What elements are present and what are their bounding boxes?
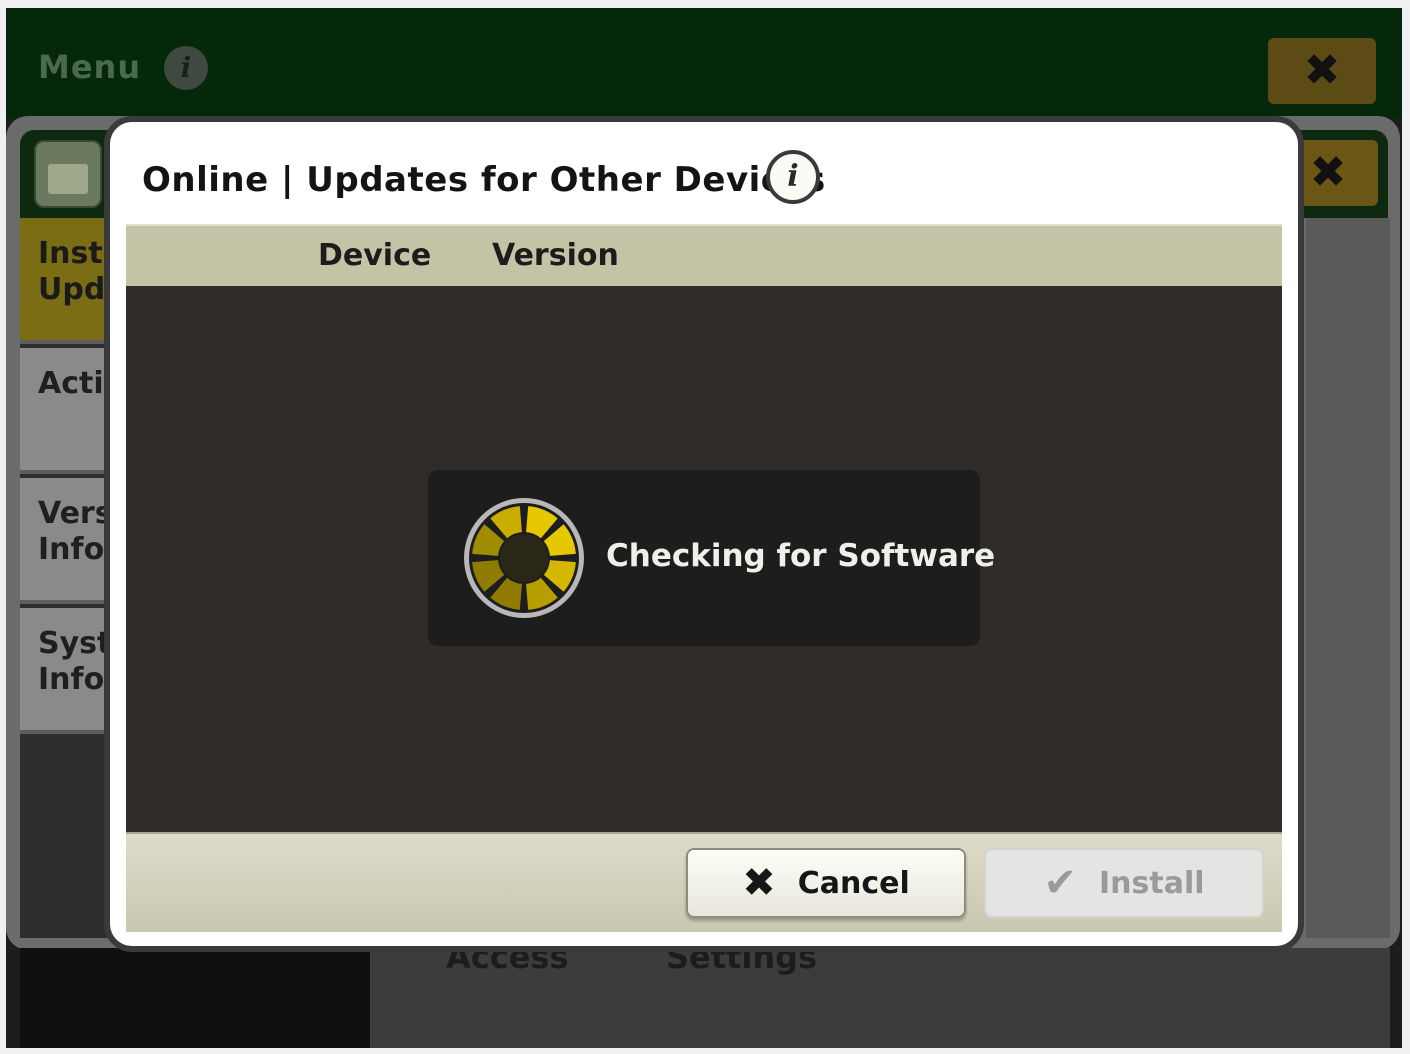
menu-title: Menu — [38, 48, 142, 86]
dialog-title: Online | Updates for Other Devices — [142, 160, 826, 200]
bottom-left-area — [20, 948, 370, 1048]
column-header-device: Device — [318, 238, 432, 273]
spinner-icon — [464, 498, 584, 618]
dialog-title-bar: Online | Updates for Other Devices i — [126, 136, 1282, 226]
check-icon: ✔ — [1043, 860, 1077, 906]
dialog-footer: ✖ Cancel ✔ Install — [126, 832, 1282, 932]
device-list: Checking for Software — [126, 286, 1282, 832]
x-icon: ✖ — [742, 860, 776, 906]
menu-info-icon[interactable]: i — [164, 46, 208, 90]
info-icon[interactable]: i — [766, 150, 820, 204]
cancel-button-label: Cancel — [797, 865, 910, 901]
table-header: Device Version — [126, 224, 1282, 288]
cancel-button[interactable]: ✖ Cancel — [686, 848, 966, 918]
app-icon — [34, 140, 102, 208]
progress-indicator: Checking for Software — [428, 470, 995, 646]
menu-bar: Menu i ✖ — [6, 8, 1402, 118]
updates-dialog: Online | Updates for Other Devices i Dev… — [110, 122, 1298, 946]
column-header-version: Version — [492, 238, 619, 273]
menu-close-button[interactable]: ✖ — [1268, 38, 1376, 104]
background-content-strip — [1306, 218, 1390, 938]
install-button[interactable]: ✔ Install — [984, 848, 1264, 918]
status-text: Checking for Software — [606, 538, 996, 574]
install-button-label: Install — [1098, 865, 1205, 901]
